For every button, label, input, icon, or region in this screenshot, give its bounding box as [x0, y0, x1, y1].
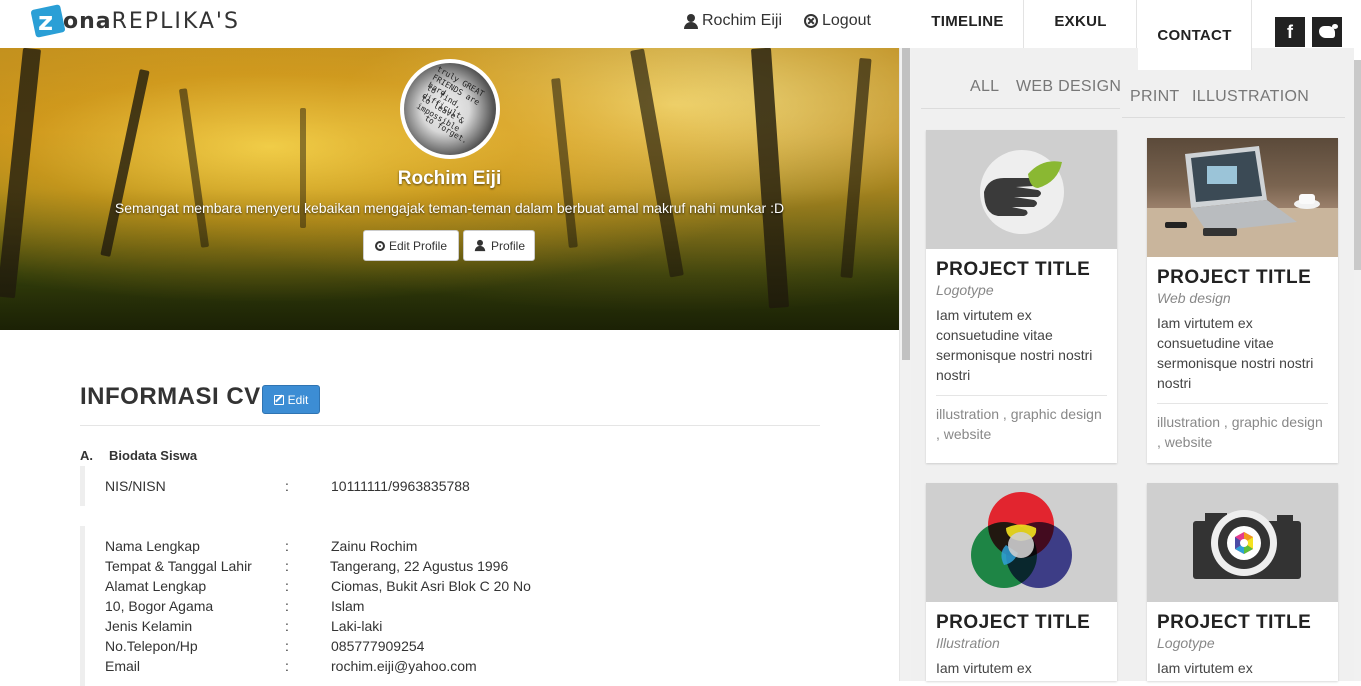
logout-label: Logout [822, 12, 871, 29]
project-tags: illustration , graphic design , website [936, 406, 1102, 442]
project-card[interactable]: PROJECT TITLE Logotype Iam virtutem ex [1147, 483, 1338, 681]
laptop-photo-icon [1147, 146, 1338, 257]
project-thumbnail [926, 130, 1117, 249]
cv-row: Email: rochim.eiji@yahoo.com [105, 658, 477, 674]
project-card[interactable]: PROJECT TITLE Illustration Iam virtutem … [926, 483, 1117, 681]
user-name: Rochim Eiji [702, 12, 783, 29]
leaf-hand-logo-icon [980, 150, 1064, 234]
project-thumbnail [926, 483, 1117, 602]
project-description: Iam virtutem ex consuetudine vitae sermo… [1157, 315, 1314, 391]
section-heading: A. Biodata Siswa [80, 448, 198, 463]
project-category: Logotype [1157, 635, 1215, 651]
project-title: PROJECT TITLE [936, 259, 1091, 280]
profile-button[interactable]: Profile [463, 230, 535, 261]
facebook-icon: f [1287, 21, 1293, 42]
divider [921, 108, 1120, 109]
project-thumbnail [1147, 138, 1338, 257]
user-icon [684, 13, 698, 29]
cv-edit-button[interactable]: Edit [262, 385, 320, 414]
divider [1122, 117, 1345, 118]
project-title: PROJECT TITLE [936, 612, 1091, 633]
logout-link[interactable]: Logout [804, 12, 871, 30]
user-icon [474, 239, 486, 252]
user-menu-link[interactable]: Rochim Eiji [684, 12, 782, 30]
profile-hero-banner: truly GREAT FRIENDS are hard to find, di… [0, 48, 899, 330]
project-title: PROJECT TITLE [1157, 267, 1312, 288]
cv-row: 10, Bogor Agama: Islam [105, 598, 365, 614]
logo-text: onaREPLIKA'S [63, 8, 240, 34]
biodata-block: Nama Lengkap: Zainu Rochim Tempat & Tangg… [80, 526, 580, 686]
project-description: Iam virtutem ex [1157, 660, 1253, 676]
scrollbar-thumb[interactable] [1354, 60, 1361, 270]
project-description: Iam virtutem ex consuetudine vitae sermo… [936, 307, 1093, 383]
project-category: Logotype [936, 282, 994, 298]
cv-row: Alamat Lengkap: Ciomas, Bukit Asri Blok C… [105, 578, 531, 594]
project-description: Iam virtutem ex [936, 660, 1032, 676]
logo-mark: z [30, 4, 73, 38]
twitter-button[interactable] [1312, 17, 1342, 47]
project-card[interactable]: PROJECT TITLE Web design Iam virtutem ex… [1147, 138, 1338, 463]
divider [80, 425, 820, 426]
cv-row-nis: NIS/NISN:10111111/9963835788 [105, 478, 470, 494]
project-category: Web design [1157, 290, 1231, 306]
rgb-color-wheel-icon [971, 492, 1072, 588]
cv-row: Tempat & Tanggal Lahir: Tangerang, 22 Agu… [105, 558, 509, 574]
filter-illustration[interactable]: ILLUSTRATION [1192, 88, 1309, 106]
gear-icon [374, 240, 385, 251]
cv-row: Nama Lengkap: Zainu Rochim [105, 538, 418, 554]
tab-timeline[interactable]: TIMELINE [912, 0, 1024, 48]
scrollbar-thumb[interactable] [902, 48, 910, 360]
filter-web-design[interactable]: WEB DESIGN [1016, 78, 1121, 96]
panel-scrollbar[interactable] [1354, 60, 1361, 681]
nis-block: NIS/NISN:10111111/9963835788 [80, 466, 580, 506]
cv-row: Jenis Kelamin: Laki-laki [105, 618, 383, 634]
filter-all[interactable]: ALL [970, 78, 999, 96]
project-card[interactable]: PROJECT TITLE Logotype Iam virtutem ex c… [926, 130, 1117, 463]
cv-row: No.Telepon/Hp:085777909254 [105, 638, 425, 654]
profile-bio: Semangat membara menyeru kebaikan mengaj… [114, 200, 785, 216]
camera-logo-icon [1193, 510, 1301, 579]
edit-profile-button[interactable]: Edit Profile [363, 230, 459, 261]
twitter-icon [1319, 24, 1338, 38]
project-category: Illustration [936, 635, 1000, 651]
edit-icon [273, 394, 284, 405]
cv-title: INFORMASI CV [80, 383, 261, 410]
project-tags: illustration , graphic design , website [1157, 414, 1323, 450]
project-thumbnail [1147, 483, 1338, 602]
logout-icon [804, 14, 818, 28]
project-title: PROJECT TITLE [1157, 612, 1312, 633]
filter-print[interactable]: PRINT [1130, 88, 1180, 106]
profile-name: Rochim Eiji [397, 168, 502, 189]
profile-avatar[interactable]: truly GREAT FRIENDS are hard to find, di… [400, 59, 500, 159]
tab-exkul[interactable]: EXKUL [1025, 0, 1137, 48]
content-scrollbar[interactable] [899, 48, 911, 681]
site-logo[interactable]: z onaREPLIKA'S [30, 4, 240, 38]
tab-contact[interactable]: CONTACT [1138, 0, 1252, 70]
facebook-button[interactable]: f [1275, 17, 1305, 47]
